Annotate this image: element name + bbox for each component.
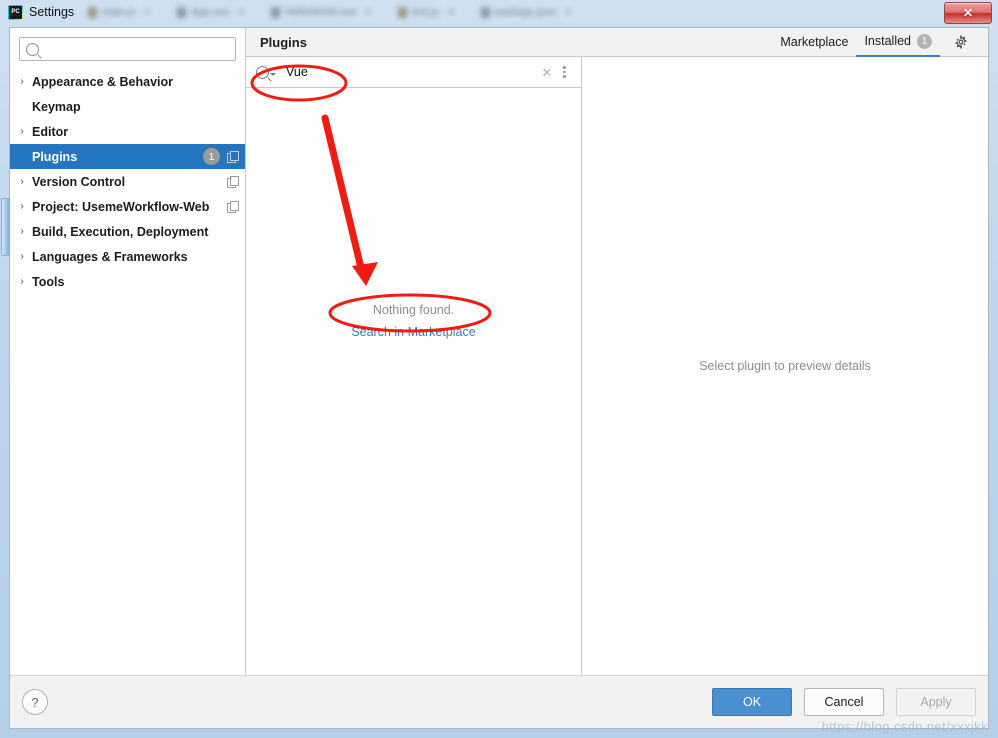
- sidebar-item-label: Languages & Frameworks: [32, 249, 188, 264]
- page-title: Plugins: [260, 34, 307, 50]
- background-tab: App.vue ✕: [176, 6, 246, 18]
- chevron-placeholder-icon: ›: [16, 152, 28, 162]
- close-icon: ✕: [447, 6, 455, 17]
- dialog-content: › Appearance & Behavior › Keymap › Edito…: [10, 28, 988, 675]
- sidebar-item-plugins[interactable]: › Plugins 1: [10, 144, 245, 169]
- settings-dialog: › Appearance & Behavior › Keymap › Edito…: [1, 27, 989, 729]
- plugins-settings-gear-button[interactable]: [948, 28, 974, 57]
- close-icon: ✕: [143, 6, 151, 17]
- plugins-update-badge: 1: [203, 148, 220, 165]
- sidebar-item-label: Project: UsemeWorkflow-Web: [32, 199, 210, 214]
- settings-search-input[interactable]: [45, 41, 229, 57]
- chevron-right-icon: ›: [20, 275, 24, 287]
- background-editor-tabs: main.js ✕ App.vue ✕ HelloWorld.vue ✕ tes…: [88, 6, 998, 18]
- plugins-tab-bar: Marketplace Installed 1: [772, 28, 974, 57]
- close-icon: ✕: [564, 6, 573, 17]
- background-tab-label: main.js: [102, 6, 136, 18]
- footer-buttons: OK Cancel Apply: [712, 688, 976, 716]
- window-title: Settings: [29, 5, 75, 19]
- sidebar-item-version-control[interactable]: › Version Control: [10, 169, 245, 194]
- sidebar-item-languages-frameworks[interactable]: › Languages & Frameworks: [10, 244, 245, 269]
- chevron-right-icon: ›: [20, 200, 24, 212]
- plugins-header: Plugins Marketplace Installed 1: [246, 28, 988, 57]
- settings-tree: › Appearance & Behavior › Keymap › Edito…: [10, 69, 245, 294]
- sidebar-item-appearance-behavior[interactable]: › Appearance & Behavior: [10, 69, 245, 94]
- installed-updates-badge: 1: [917, 33, 932, 49]
- copy-settings-icon[interactable]: [227, 151, 239, 163]
- detail-placeholder-text: Select plugin to preview details: [699, 359, 871, 373]
- background-tab-label: App.vue: [190, 6, 230, 18]
- tab-label: Installed: [864, 34, 911, 48]
- plugin-detail-pane: Select plugin to preview details: [582, 57, 988, 675]
- plugin-search-input[interactable]: [284, 64, 536, 80]
- sidebar-item-label: Plugins: [32, 149, 78, 164]
- chevron-right-icon: ›: [20, 75, 24, 87]
- plugins-list-pane: ✕ Nothing found. Search in Marketplace: [246, 57, 582, 675]
- window-close-button[interactable]: ✕: [944, 2, 992, 24]
- background-tab: HelloWorld.vue ✕: [271, 6, 372, 18]
- close-icon: ✕: [364, 6, 372, 17]
- file-icon: [271, 6, 281, 18]
- clear-search-icon[interactable]: ✕: [536, 66, 559, 79]
- plugins-panel: Plugins Marketplace Installed 1 Vue ✕ No…: [246, 28, 988, 675]
- file-icon: [480, 6, 490, 18]
- sidebar-item-tools[interactable]: › Tools: [10, 269, 245, 294]
- background-tab: package.json ✕: [480, 6, 573, 18]
- chevron-right-icon: ›: [20, 250, 24, 262]
- sidebar-splitter-handle[interactable]: [1, 198, 10, 256]
- file-icon: [397, 6, 407, 18]
- search-icon: [256, 65, 269, 79]
- search-in-marketplace-link[interactable]: Search in Marketplace: [351, 325, 475, 339]
- chevron-right-icon: ›: [20, 125, 24, 137]
- close-icon: ✕: [237, 6, 246, 17]
- ok-button[interactable]: OK: [712, 688, 792, 716]
- sidebar-item-meta: [227, 176, 239, 188]
- chevron-down-icon[interactable]: [270, 72, 276, 76]
- sidebar-item-label: Tools: [32, 274, 65, 289]
- background-tab: main.js ✕: [88, 6, 151, 18]
- copy-settings-icon[interactable]: [227, 201, 239, 213]
- gear-icon: [955, 35, 967, 49]
- plugin-search-box[interactable]: ✕: [246, 57, 581, 88]
- chevron-right-icon: ›: [20, 175, 24, 187]
- chevron-placeholder-icon: ›: [16, 102, 28, 112]
- sidebar-item-project[interactable]: › Project: UsemeWorkflow-Web: [10, 194, 245, 219]
- plugin-search-options-icon[interactable]: [558, 66, 571, 78]
- background-tab-label: HelloWorld.vue: [285, 6, 357, 18]
- search-icon: [26, 42, 39, 56]
- background-tab-label: package.json: [494, 6, 557, 18]
- tab-marketplace[interactable]: Marketplace: [772, 28, 856, 57]
- sidebar-item-label: Keymap: [32, 99, 81, 114]
- plugins-empty-state: Nothing found. Search in Marketplace: [246, 88, 581, 675]
- pycharm-logo-icon: [8, 4, 23, 20]
- sidebar-item-label: Editor: [32, 124, 69, 139]
- settings-sidebar: › Appearance & Behavior › Keymap › Edito…: [10, 28, 246, 675]
- sidebar-item-label: Build, Execution, Deployment: [32, 224, 209, 239]
- settings-search-box[interactable]: [19, 37, 236, 61]
- sidebar-item-build-execution-deployment[interactable]: › Build, Execution, Deployment: [10, 219, 245, 244]
- file-icon: [176, 6, 186, 18]
- sidebar-item-label: Appearance & Behavior: [32, 74, 174, 89]
- empty-state-message: Nothing found.: [372, 303, 455, 317]
- tab-installed[interactable]: Installed 1: [856, 28, 940, 57]
- plugins-body: ✕ Nothing found. Search in Marketplace S…: [246, 57, 988, 675]
- settings-window: Settings main.js ✕ App.vue ✕ HelloWorld.…: [0, 0, 998, 738]
- help-button[interactable]: ?: [22, 689, 48, 715]
- background-tab: test.js ✕: [397, 6, 455, 18]
- background-tab-label: test.js: [411, 6, 440, 18]
- sidebar-item-editor[interactable]: › Editor: [10, 119, 245, 144]
- apply-button: Apply: [896, 688, 976, 716]
- sidebar-item-label: Version Control: [32, 174, 126, 189]
- watermark-text: https://blog.csdn.net/xxxjkk: [821, 719, 988, 734]
- cancel-button[interactable]: Cancel: [804, 688, 884, 716]
- copy-settings-icon[interactable]: [227, 176, 239, 188]
- title-bar: Settings main.js ✕ App.vue ✕ HelloWorld.…: [0, 0, 998, 24]
- sidebar-item-keymap[interactable]: › Keymap: [10, 94, 245, 119]
- sidebar-item-meta: 1: [203, 148, 239, 165]
- chevron-right-icon: ›: [20, 225, 24, 237]
- sidebar-item-meta: [227, 201, 239, 213]
- file-icon: [88, 6, 98, 18]
- tab-label: Marketplace: [780, 35, 849, 49]
